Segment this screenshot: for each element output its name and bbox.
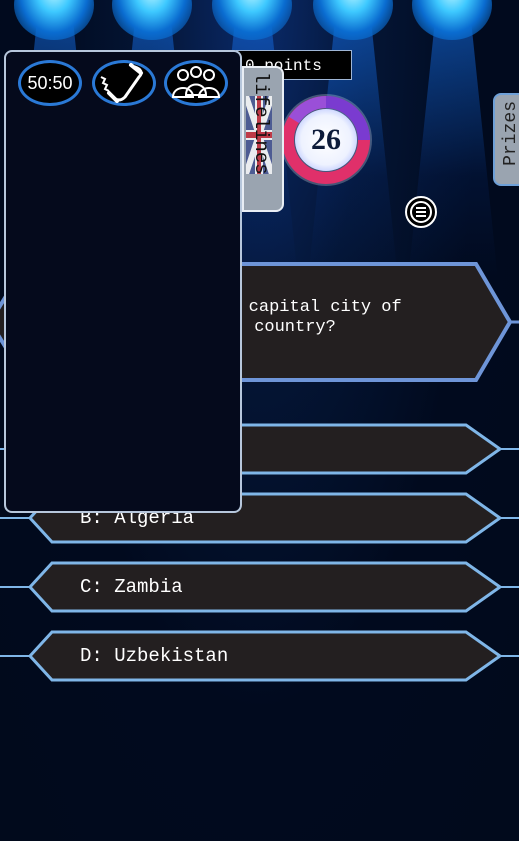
answer-d-button[interactable]: D: Uzbekistan bbox=[0, 630, 519, 682]
answer-c-button[interactable]: C: Zambia bbox=[0, 561, 519, 613]
phone-a-friend-button[interactable] bbox=[92, 60, 156, 106]
ask-audience-button[interactable] bbox=[164, 60, 228, 106]
menu-button[interactable] bbox=[405, 196, 437, 228]
lifelines-tab-label: lifelines bbox=[250, 72, 272, 175]
timer-seconds: 26 bbox=[311, 123, 341, 156]
spotlight bbox=[14, 0, 94, 40]
prizes-tab-label: Prizes bbox=[501, 101, 519, 166]
answer-d-frame bbox=[0, 630, 519, 682]
spotlight bbox=[313, 0, 393, 40]
lifelines-panel: 50:50 bbox=[4, 50, 242, 513]
countdown-timer: 26 bbox=[280, 94, 372, 186]
answer-c-label: C: Zambia bbox=[80, 576, 183, 598]
lifelines-tab[interactable]: lifelines bbox=[242, 66, 284, 212]
spotlight bbox=[112, 0, 192, 40]
answer-d-label: D: Uzbekistan bbox=[80, 645, 229, 667]
fifty-fifty-button[interactable]: 50:50 bbox=[18, 60, 82, 106]
fifty-fifty-label: 50:50 bbox=[27, 73, 73, 93]
prizes-tab[interactable]: Prizes bbox=[493, 93, 519, 186]
audience-icon bbox=[171, 66, 221, 98]
spotlight-beam bbox=[408, 20, 498, 280]
phone-icon bbox=[100, 63, 143, 103]
answer-c-frame bbox=[0, 561, 519, 613]
spotlight bbox=[412, 0, 492, 40]
hamburger-icon bbox=[410, 201, 432, 223]
game-stage: 0 points 26 Prizes e capital city of cou… bbox=[0, 0, 519, 841]
spotlight bbox=[212, 0, 292, 40]
